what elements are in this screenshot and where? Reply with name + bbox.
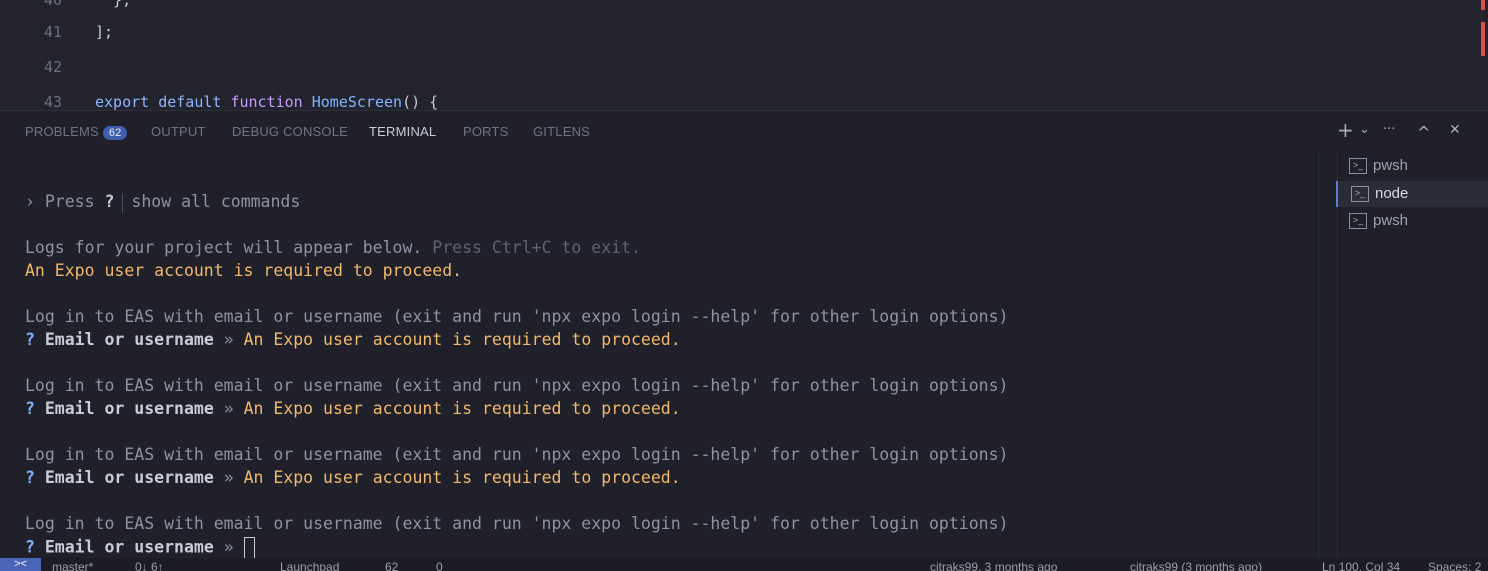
git-branch[interactable]: master* [52, 560, 93, 571]
code-line: 41 ]; [0, 15, 1470, 49]
tab-ports[interactable]: PORTS [463, 124, 509, 139]
code-editor[interactable]: 40 }; 41 ]; 42 43 export default functio… [0, 0, 1488, 110]
terminal-line: ? Email or username » An Expo user accou… [25, 468, 681, 487]
code-line: 42 [0, 50, 1470, 84]
minimap-error-marker [1481, 0, 1485, 10]
git-blame[interactable]: citraks99, 3 months ago [930, 560, 1057, 571]
terminal-tab-pwsh[interactable]: >_ pwsh [1336, 208, 1488, 234]
terminal-line: ? Email or username » An Expo user accou… [25, 399, 681, 418]
code-text: export default function HomeScreen() { [95, 85, 438, 110]
keyword: default [158, 93, 222, 110]
terminal-icon: >_ [1349, 213, 1367, 229]
terminal-line: ? Email or username » An Expo user accou… [25, 330, 681, 349]
more-actions-icon[interactable]: ··· [1383, 122, 1395, 137]
problems-errors[interactable]: 62 [385, 560, 398, 571]
terminal-output[interactable]: › Press ? show all commands Logs for your… [0, 152, 1318, 559]
line-number: 42 [43, 58, 62, 76]
indentation[interactable]: Spaces: 2 [1428, 560, 1481, 571]
launchpad-item[interactable]: Launchpad [280, 560, 339, 571]
sync-status[interactable]: 0↓ 6↑ [135, 560, 164, 571]
terminal-line: Logs for your project will appear below.… [25, 238, 641, 257]
minimap-error-marker [1481, 22, 1485, 56]
terminal-line: › Press ? show all commands [25, 192, 301, 213]
terminal-tab-pwsh[interactable]: >_ pwsh [1336, 153, 1488, 179]
keyword: function [230, 93, 303, 110]
new-terminal-icon[interactable]: + [1337, 118, 1354, 142]
terminal-scrollbar[interactable] [1318, 152, 1338, 558]
tab-gitlens[interactable]: GITLENS [533, 124, 590, 139]
close-panel-icon[interactable]: ✕ [1449, 122, 1461, 138]
code-line: 43 export default function HomeScreen() … [0, 85, 1470, 110]
panel-tab-bar: PROBLEMS 62 OUTPUT DEBUG CONSOLE TERMINAL… [0, 110, 1488, 153]
git-blame-inline[interactable]: citraks99 (3 months ago) [1130, 560, 1262, 571]
function-name: HomeScreen [311, 93, 403, 110]
terminal-icon: >_ [1351, 186, 1369, 202]
line-number: 41 [43, 23, 62, 41]
terminal-line: Log in to EAS with email or username (ex… [25, 445, 1009, 464]
terminal-icon: >_ [1349, 158, 1367, 174]
code-punctuation: () { [402, 93, 439, 110]
terminal-line: Log in to EAS with email or username (ex… [25, 376, 1009, 395]
terminal-line: An Expo user account is required to proc… [25, 261, 463, 280]
cursor-position[interactable]: Ln 100, Col 34 [1322, 560, 1400, 571]
keyword: export [95, 93, 150, 110]
maximize-panel-icon[interactable]: ^ [1417, 123, 1430, 142]
tab-debug-console[interactable]: DEBUG CONSOLE [232, 124, 348, 139]
terminal-line: Log in to EAS with email or username (ex… [25, 514, 1009, 533]
status-bar: >< master* 0↓ 6↑ Launchpad 62 0 citraks9… [0, 558, 1488, 571]
problems-count-badge: 62 [102, 126, 128, 140]
tab-output[interactable]: OUTPUT [151, 124, 206, 139]
tab-problems[interactable]: PROBLEMS 62 [25, 124, 128, 140]
terminal-list: >_ pwsh >_ node >_ pwsh [1336, 152, 1488, 558]
code-text: ]; [95, 23, 114, 41]
terminal-tab-node[interactable]: >_ node [1336, 181, 1488, 207]
problems-warnings[interactable]: 0 [436, 560, 443, 571]
tab-terminal[interactable]: TERMINAL [369, 124, 436, 139]
line-number: 43 [43, 93, 62, 110]
terminal-input-line[interactable]: ? Email or username » [25, 537, 255, 559]
remote-indicator-icon[interactable]: >< [0, 558, 41, 571]
terminal-line: Log in to EAS with email or username (ex… [25, 307, 1009, 326]
terminal-cursor [243, 537, 255, 559]
chevron-down-icon[interactable]: ⌄ [1359, 122, 1370, 137]
